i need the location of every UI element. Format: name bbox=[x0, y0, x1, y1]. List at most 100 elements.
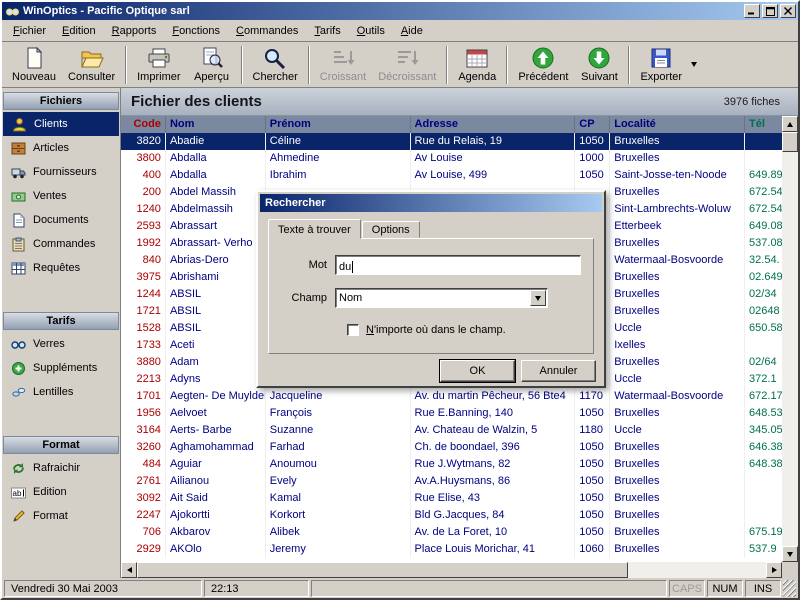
scroll-down-button[interactable] bbox=[782, 546, 798, 562]
sidebar-item-requetes[interactable]: Requêtes bbox=[2, 256, 120, 280]
apercu-button[interactable]: Aperçu bbox=[187, 44, 237, 86]
dialog-titlebar[interactable]: Rechercher bbox=[260, 194, 602, 212]
sidebar-item-documents[interactable]: Documents bbox=[2, 208, 120, 232]
resize-grip[interactable] bbox=[783, 580, 796, 597]
table-row[interactable]: 3800AbdallaAhmedineAv Louise1000Bruxelle… bbox=[121, 150, 782, 167]
new-document-icon bbox=[23, 46, 45, 70]
table-row[interactable]: 3260AghamohammadFarhadCh. de boondael, 3… bbox=[121, 439, 782, 456]
maximize-button[interactable] bbox=[762, 4, 778, 18]
cell-nom: ABSIL bbox=[166, 303, 266, 320]
cell-adresse: Av Louise bbox=[411, 150, 576, 167]
sidebar-item-lentilles[interactable]: Lentilles bbox=[2, 380, 120, 404]
menu-aide[interactable]: Aide bbox=[393, 22, 431, 40]
menu-tarifs[interactable]: Tarifs bbox=[306, 22, 348, 40]
cell-localite: Bruxelles bbox=[610, 541, 745, 558]
table-row[interactable]: 2247AjokorttiKorkortBld G.Jacques, 84105… bbox=[121, 507, 782, 524]
horizontal-scrollbar[interactable] bbox=[121, 562, 798, 578]
ok-button[interactable]: OK bbox=[440, 360, 515, 382]
arrow-up-icon bbox=[787, 122, 793, 127]
annuler-button[interactable]: Annuler bbox=[521, 360, 596, 382]
sidebar-item-edition[interactable]: ab Edition bbox=[2, 480, 120, 504]
sidebar-item-supplements[interactable]: Suppléments bbox=[2, 356, 120, 380]
vertical-scroll-track[interactable] bbox=[782, 132, 798, 546]
scroll-left-button[interactable] bbox=[121, 562, 137, 578]
column-header-tel[interactable]: Tél bbox=[745, 116, 782, 133]
champ-select[interactable]: Nom bbox=[335, 288, 548, 308]
table-row[interactable]: 3820AbadieCélineRue du Relais, 191050Bru… bbox=[121, 133, 782, 150]
sidebar-item-commandes[interactable]: Commandes bbox=[2, 232, 120, 256]
column-header-localite[interactable]: Localité bbox=[610, 116, 745, 133]
table-row[interactable]: 706AkbarovAlibekAv. de La Foret, 101050B… bbox=[121, 524, 782, 541]
horizontal-scroll-thumb[interactable] bbox=[137, 562, 628, 578]
vertical-scrollbar[interactable] bbox=[782, 116, 798, 562]
sidebar-item-clients[interactable]: Clients bbox=[3, 112, 119, 136]
menu-fonctions[interactable]: Fonctions bbox=[164, 22, 228, 40]
table-row[interactable]: 1956AelvoetFrançoisRue E.Banning, 140105… bbox=[121, 405, 782, 422]
sidebar-gap bbox=[2, 280, 120, 312]
imprimer-button[interactable]: Imprimer bbox=[131, 44, 186, 86]
column-header-nom[interactable]: Nom bbox=[166, 116, 266, 133]
agenda-button[interactable]: Agenda bbox=[452, 44, 502, 86]
column-header-cp[interactable]: CP bbox=[575, 116, 610, 133]
cell-prenom: Farhad bbox=[266, 439, 411, 456]
cell-adresse: Rue Elise, 43 bbox=[411, 490, 576, 507]
scroll-right-button[interactable] bbox=[766, 562, 782, 578]
cell-nom: Aelvoet bbox=[166, 405, 266, 422]
combo-dropdown-button[interactable] bbox=[530, 290, 546, 306]
cell-cp: 1050 bbox=[575, 133, 610, 150]
cell-nom: ABSIL bbox=[166, 320, 266, 337]
table-row[interactable]: 3164Aerts- BarbeSuzanneAv. Chateau de Wa… bbox=[121, 422, 782, 439]
sidebar-item-rafraichir[interactable]: Rafraichir bbox=[2, 456, 120, 480]
mot-input[interactable]: du bbox=[335, 255, 581, 275]
table-row[interactable]: 3092Ait SaidKamalRue Elise, 431050Bruxel… bbox=[121, 490, 782, 507]
column-header-adresse[interactable]: Adresse bbox=[411, 116, 576, 133]
anywhere-checkbox[interactable] bbox=[347, 324, 359, 336]
chercher-button[interactable]: Chercher bbox=[247, 44, 304, 86]
cell-localite: Watermaal-Bosvoorde bbox=[610, 252, 745, 269]
column-header-code[interactable]: Code bbox=[121, 116, 166, 133]
cell-code: 400 bbox=[121, 167, 166, 184]
nouveau-button[interactable]: Nouveau bbox=[6, 44, 62, 86]
horizontal-scroll-track[interactable] bbox=[137, 562, 766, 578]
sidebar-item-articles[interactable]: Articles bbox=[2, 136, 120, 160]
menu-fichier[interactable]: Fichier bbox=[5, 22, 54, 40]
tab-texte-a-trouver[interactable]: Texte à trouver bbox=[268, 219, 361, 239]
champ-selected-value: Nom bbox=[336, 292, 530, 304]
cell-tel: 32.54. bbox=[745, 252, 782, 269]
cell-tel bbox=[745, 473, 782, 490]
minimize-button[interactable] bbox=[744, 4, 760, 18]
cell-localite: Etterbeek bbox=[610, 218, 745, 235]
sidebar-item-label: Lentilles bbox=[33, 386, 73, 398]
sidebar-item-verres[interactable]: Verres bbox=[2, 332, 120, 356]
sidebar-item-format[interactable]: Format bbox=[2, 504, 120, 528]
close-button[interactable] bbox=[780, 4, 796, 18]
sidebar-item-fournisseurs[interactable]: Fournisseurs bbox=[2, 160, 120, 184]
table-header: CodeNomPrénomAdresseCPLocalitéTél bbox=[121, 116, 782, 133]
tab-options[interactable]: Options bbox=[362, 221, 420, 238]
column-header-prenom[interactable]: Prénom bbox=[266, 116, 411, 133]
vertical-scroll-thumb[interactable] bbox=[782, 132, 798, 152]
calendar-icon bbox=[465, 46, 489, 70]
table-row[interactable]: 484AguiarAnoumouRue J.Wytmans, 821050Bru… bbox=[121, 456, 782, 473]
toolbar-separator bbox=[506, 46, 508, 84]
exporter-button[interactable]: Exporter bbox=[634, 44, 688, 86]
sidebar-item-ventes[interactable]: Ventes bbox=[2, 184, 120, 208]
precedent-button[interactable]: Précédent bbox=[512, 44, 574, 86]
menu-rapports[interactable]: Rapports bbox=[104, 22, 165, 40]
window-title: WinOptics - Pacific Optique sarl bbox=[23, 5, 742, 17]
consulter-button[interactable]: Consulter bbox=[62, 44, 121, 86]
scroll-up-button[interactable] bbox=[782, 116, 798, 132]
table-row[interactable]: 400AbdallaIbrahimAv Louise, 4991050Saint… bbox=[121, 167, 782, 184]
menu-edition[interactable]: Edition bbox=[54, 22, 104, 40]
table-row[interactable]: 1701Aegten- De MuylderJacquelineAv. du m… bbox=[121, 388, 782, 405]
menu-outils[interactable]: Outils bbox=[349, 22, 393, 40]
table-row[interactable]: 2761AilianouEvelyAv.A.Huysmans, 861050Br… bbox=[121, 473, 782, 490]
exporter-dropdown[interactable] bbox=[688, 44, 700, 86]
menu-commandes[interactable]: Commandes bbox=[228, 22, 306, 40]
suivant-button[interactable]: Suivant bbox=[574, 44, 624, 86]
caps-indicator: CAPS bbox=[669, 580, 705, 597]
cell-cp: 1050 bbox=[575, 507, 610, 524]
table-row[interactable]: 2929AKOloJeremyPlace Louis Morichar, 411… bbox=[121, 541, 782, 558]
titlebar: WinOptics - Pacific Optique sarl bbox=[2, 2, 798, 20]
cell-cp: 1050 bbox=[575, 473, 610, 490]
